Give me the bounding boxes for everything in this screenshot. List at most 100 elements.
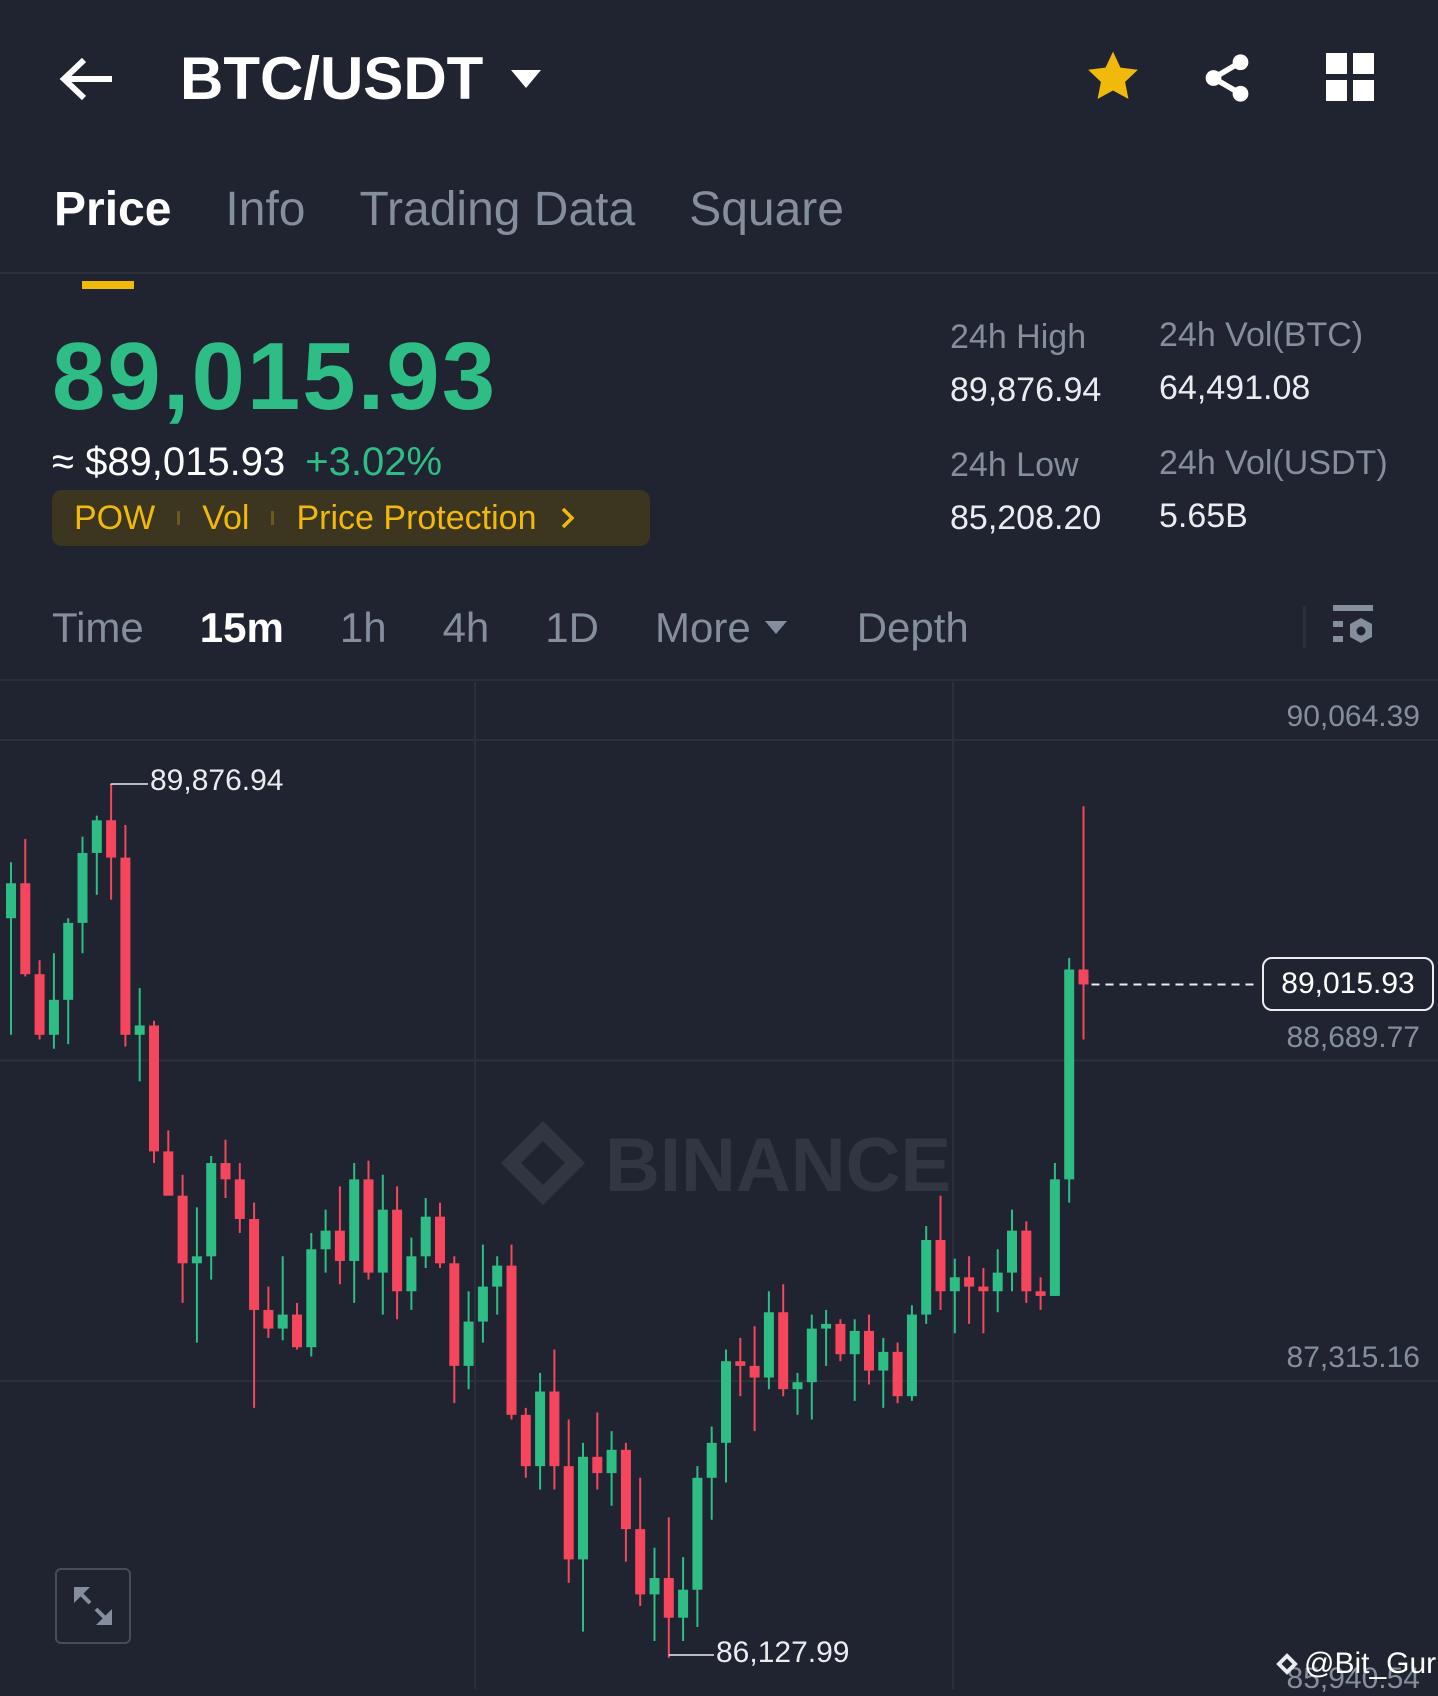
- candle-body: [20, 883, 30, 974]
- candle: [406, 1238, 416, 1310]
- candle: [263, 1287, 273, 1338]
- candle-body: [120, 858, 130, 1035]
- candle-body: [936, 1240, 946, 1291]
- candle: [192, 1207, 202, 1342]
- candle-body: [235, 1179, 245, 1219]
- candle-body: [435, 1217, 445, 1264]
- credit-text: @Bit_Guru: [1304, 1647, 1438, 1681]
- candle: [435, 1203, 445, 1268]
- candle: [1064, 958, 1074, 1203]
- candle: [907, 1305, 917, 1401]
- candle: [564, 1420, 574, 1583]
- candle-body: [993, 1273, 1003, 1292]
- candle: [492, 1256, 502, 1314]
- candle: [364, 1161, 374, 1280]
- candle-body: [321, 1231, 331, 1250]
- candle-body: [850, 1331, 860, 1354]
- candle: [278, 1256, 288, 1340]
- candle: [521, 1408, 531, 1478]
- candle: [964, 1256, 974, 1324]
- chart-markers: [111, 784, 1258, 1655]
- candle-body: [535, 1392, 545, 1467]
- candle-body: [78, 853, 88, 923]
- candle-body: [149, 1025, 159, 1151]
- candle-body: [49, 1000, 59, 1035]
- candle: [835, 1319, 845, 1361]
- candle-body: [878, 1352, 888, 1371]
- expand-icon: [70, 1583, 116, 1629]
- candle: [1021, 1221, 1031, 1303]
- candle: [120, 825, 130, 1046]
- candle: [807, 1315, 817, 1420]
- fullscreen-button[interactable]: [55, 1568, 131, 1644]
- candle-body: [63, 923, 73, 1000]
- candle: [1007, 1210, 1017, 1292]
- candle: [349, 1163, 359, 1303]
- candle: [950, 1259, 960, 1334]
- candle-body: [635, 1529, 645, 1594]
- y-axis-label: 87,315.16: [1287, 1341, 1420, 1375]
- candle: [549, 1350, 559, 1490]
- candle: [135, 988, 145, 1081]
- high-marker-label: 89,876.94: [150, 764, 283, 798]
- candle-body: [449, 1263, 459, 1366]
- candle-body: [864, 1331, 874, 1371]
- candle-body: [978, 1287, 988, 1292]
- current-price-tag[interactable]: 89,015.93: [1262, 957, 1434, 1011]
- candle: [1079, 806, 1089, 1039]
- candle: [864, 1315, 874, 1385]
- candle-body: [135, 1025, 145, 1034]
- candle-body: [392, 1210, 402, 1292]
- candle-body: [192, 1256, 202, 1263]
- candle: [978, 1268, 988, 1333]
- candle-body: [464, 1322, 474, 1366]
- candle-body: [1007, 1231, 1017, 1273]
- watermark-logo: BINANCE: [501, 1121, 951, 1208]
- candle-body: [564, 1466, 574, 1559]
- candle: [392, 1186, 402, 1319]
- candle: [821, 1310, 831, 1366]
- candle: [735, 1338, 745, 1396]
- candle: [178, 1175, 188, 1303]
- candle-body: [692, 1478, 702, 1590]
- candle: [578, 1443, 588, 1632]
- candle: [507, 1245, 517, 1420]
- candle-body: [106, 820, 116, 857]
- candle-body: [221, 1163, 231, 1179]
- candle-body: [478, 1287, 488, 1322]
- candle-body: [835, 1324, 845, 1354]
- candle: [707, 1427, 717, 1520]
- candle: [621, 1443, 631, 1562]
- candle-body: [650, 1578, 660, 1594]
- candle-body: [335, 1231, 345, 1261]
- candle-body: [35, 974, 45, 1035]
- candle-body: [707, 1443, 717, 1478]
- candle-body: [950, 1277, 960, 1291]
- candle: [1036, 1277, 1046, 1310]
- candle-body: [592, 1457, 602, 1473]
- candle-body: [278, 1315, 288, 1329]
- candle: [6, 862, 16, 1035]
- candle: [92, 816, 102, 895]
- candle: [292, 1303, 302, 1350]
- candle-body: [306, 1249, 316, 1347]
- candle: [650, 1548, 660, 1641]
- candle: [49, 953, 59, 1049]
- candle: [235, 1163, 245, 1233]
- candle-body: [364, 1179, 374, 1272]
- candlestick-chart[interactable]: BINANCE: [0, 0, 1438, 1689]
- candle-body: [249, 1219, 259, 1310]
- candle-body: [406, 1256, 416, 1291]
- candle: [378, 1175, 388, 1315]
- candle: [106, 784, 116, 900]
- candle: [478, 1245, 488, 1343]
- candle-body: [821, 1324, 831, 1329]
- candle-body: [621, 1450, 631, 1529]
- candle-body: [1036, 1291, 1046, 1296]
- candle-body: [1021, 1231, 1031, 1292]
- candle: [607, 1431, 617, 1506]
- candle-body: [263, 1310, 273, 1329]
- candle: [35, 960, 45, 1039]
- candle-body: [549, 1392, 559, 1467]
- candle-body: [893, 1352, 903, 1396]
